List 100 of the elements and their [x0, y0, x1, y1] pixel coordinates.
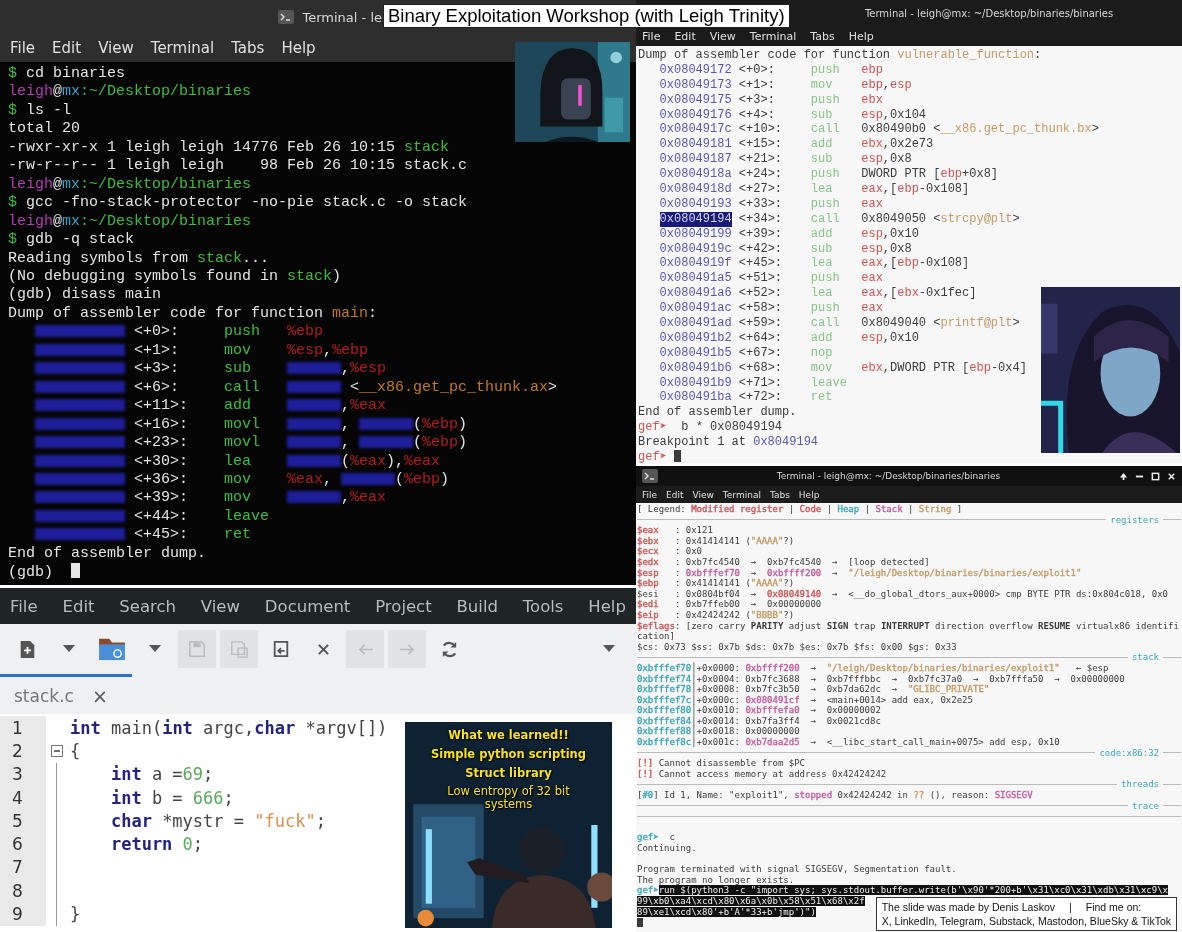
assembly-line: <+39>: mov ,%eax [8, 489, 628, 508]
menu-item[interactable]: File [642, 29, 661, 43]
terminal-icon [278, 10, 295, 24]
assembly-line: 0x0804919f <+45>: lea eax,[ebp-0x108] [658, 256, 971, 272]
terminal-line: [!] Cannot access memory at address 0x42424242 [637, 768, 888, 780]
assembly-line: 0x0804917c <+10>: call 0x80490b0 <__x86.get_pc_thunk.bx> [658, 122, 1100, 138]
tab-close-button[interactable]: × [91, 684, 108, 707]
terminal-line: 0xbfffef70│+0x0000: 0xbffff200 → "/leigh/Desktop/binaries/binaries/exploit1" ← $esp [637, 662, 1110, 673]
code-line: char *mystr = "fuck"; [109, 810, 326, 831]
menu-item[interactable]: Help [281, 39, 316, 57]
menu-item[interactable]: File [10, 39, 36, 57]
terminal-line: $esp : 0xbfffef70 → 0xbffff200 → "/leigh/Desktop/binaries/binaries/exploit1" [637, 567, 1083, 579]
new-file-icon [18, 639, 36, 659]
terminal-line: Continuing. [637, 843, 698, 854]
terminal-line: gef➤ c [637, 832, 676, 843]
terminal-line: $edx : 0xb7fc4540 → 0xb7fc4540 → [loop detected] [637, 556, 931, 568]
forward-arrow-icon [398, 642, 416, 656]
code-line: int b = 666; [109, 787, 234, 808]
caption-text: Low entropy of 32 bit systems [446, 785, 571, 811]
code-line: int main(int argc,char *argv[]) [69, 717, 388, 738]
menu-item[interactable]: Project [375, 596, 432, 616]
menu-item[interactable]: Tabs [810, 29, 835, 43]
menu-item[interactable]: File [10, 596, 38, 616]
caret-icon [603, 645, 615, 653]
menu-item[interactable]: Tools [522, 596, 564, 616]
terminal-line: $ebx : 0x41414141 ("AAAA"?) [637, 535, 796, 547]
terminal-line: 0xbfffef88│+0x0018: 0x00000000 [637, 726, 801, 737]
save-all-icon [230, 640, 248, 658]
menu-item[interactable]: Help [798, 489, 820, 500]
terminal-line: leigh@mx:~/Desktop/binaries [8, 212, 253, 232]
line-number: 5 [0, 809, 46, 833]
terminal-line: 0xbfffef78│+0x0008: 0xb7fc3b50 → 0xb7da62dc → "GLIBC_PRIVATE" [637, 684, 991, 695]
assembly-line: 0x080491a6 <+52>: lea eax,[ebx-0x1fec] [658, 286, 978, 302]
assembly-line: <+45>: ret [8, 526, 628, 545]
menu-item[interactable]: View [709, 29, 736, 43]
menu-item[interactable]: Help [588, 596, 626, 616]
revert-icon [272, 640, 290, 658]
menu-item[interactable]: Terminal [150, 39, 215, 57]
menu-item[interactable]: Build [456, 596, 498, 616]
assembly-line: <+30>: lea (%eax),%eax [8, 452, 628, 471]
assembly-line: 0x0804918d <+27>: lea eax,[ebp-0x108] [658, 182, 971, 197]
menu-item[interactable]: File [642, 489, 658, 500]
terminal-line: $ ls -l [8, 101, 73, 121]
menu-item[interactable]: Terminal [749, 29, 797, 43]
terminal-line: $eax : 0x121 [637, 525, 714, 536]
menu-item[interactable]: Edit [62, 596, 95, 616]
terminal-line: $ cd binaries [8, 65, 127, 84]
close-icon[interactable] [1167, 471, 1176, 481]
section-label: stack [1131, 652, 1159, 663]
menu-item[interactable]: Edit [674, 29, 696, 43]
menu-item[interactable]: Help [848, 29, 874, 43]
menu-item[interactable]: View [98, 39, 134, 57]
code-line: return 0; [109, 834, 204, 855]
assembly-line: 0x080491a5 <+51>: push eax [658, 271, 884, 287]
menu-item[interactable]: View [692, 489, 714, 500]
terminal-line: 0xbfffef8c│+0x001c: 0xb7daa2d5 → <__libc_start_call_main+0075> add esp, 0x10 [637, 737, 1061, 748]
assembly-line: 0x0804918a <+24>: push DWORD PTR [ebp+0x8] [658, 167, 1000, 182]
assembly-line: 0x08049172 <+0>: push ebp [658, 62, 884, 78]
line-number: 3 [0, 762, 46, 786]
terminal-line: Program terminated with signal SIGSEGV, Segmentation fault. [637, 864, 958, 875]
line-number: 2 [0, 739, 46, 763]
window-title: Terminal - leigh@mx: ~/Desktop/binaries/binaries [776, 471, 1001, 481]
menu-item[interactable]: Tabs [231, 39, 265, 57]
menu-item[interactable]: Edit [52, 39, 82, 57]
menu-item[interactable]: Edit [666, 489, 684, 500]
line-number: 9 [0, 902, 46, 926]
menu-item[interactable]: Tabs [769, 489, 790, 500]
menu-item[interactable]: Search [119, 596, 176, 616]
terminal-line: $ebp : 0x41414141 ("AAAA"?) [637, 578, 796, 589]
terminal-line: $esi : 0x0804bf04 → 0x08049140 → <__do_global_dtors_aux+0000> cmp BYTE PTR ds:0x804c018, 0x0 [637, 588, 1169, 600]
tab-title: stack.c [14, 685, 74, 706]
assembly-line: 0x080491ad <+59>: call 0x8049040 <printf@plt> [658, 316, 1021, 331]
assembly-line: <+1>: mov %esp,%ebp [8, 341, 628, 361]
terminal-line: gef➤ [638, 450, 1180, 463]
terminal-line: 0xbfffef80│+0x0010: 0xbfffefa0 → 0x00000002 [637, 705, 882, 716]
terminal-line: total 20 [8, 120, 81, 139]
section-label: code:x86:32 [1099, 747, 1159, 759]
assembly-line: 0x08049175 <+3>: push ebx [658, 92, 884, 108]
line-number: 8 [0, 879, 46, 903]
menu-item[interactable]: View [200, 596, 240, 616]
maximize-icon[interactable] [1151, 471, 1160, 481]
terminal-line: (No debugging symbols found in stack) [8, 268, 343, 287]
assembly-line: 0x080491b5 <+67>: nop [658, 345, 834, 361]
terminal-line: $ecx : 0x0 [637, 546, 704, 557]
line-number: 1 [0, 716, 46, 740]
fold-icon[interactable] [51, 744, 63, 757]
menu-item[interactable]: Document [264, 596, 351, 616]
window-title: Terminal - le [302, 9, 382, 25]
credit-text: Find me on: [1085, 900, 1142, 914]
slide-title: Binary Exploitation Workshop (with Leigh Trinity) [383, 4, 790, 28]
separator-text: | [1069, 900, 1072, 914]
terminal-line: 0xbfffef84│+0x0014: 0xb7fa3ff4 → 0x0021cd8c [637, 715, 882, 726]
caption-text: What we learned!! [448, 728, 569, 742]
menu-item[interactable]: Terminal [722, 489, 761, 500]
assembly-line: 0x08049193 <+33>: push eax [658, 196, 884, 212]
caption-text: Struct library [465, 766, 552, 780]
arrow-up-icon[interactable] [1119, 471, 1128, 481]
close-icon [316, 642, 330, 656]
caption-text: Simple python scripting [430, 747, 587, 761]
terminal-line: $ gcc -fno-stack-protector -no-pie stack.c -o stack [8, 194, 469, 213]
